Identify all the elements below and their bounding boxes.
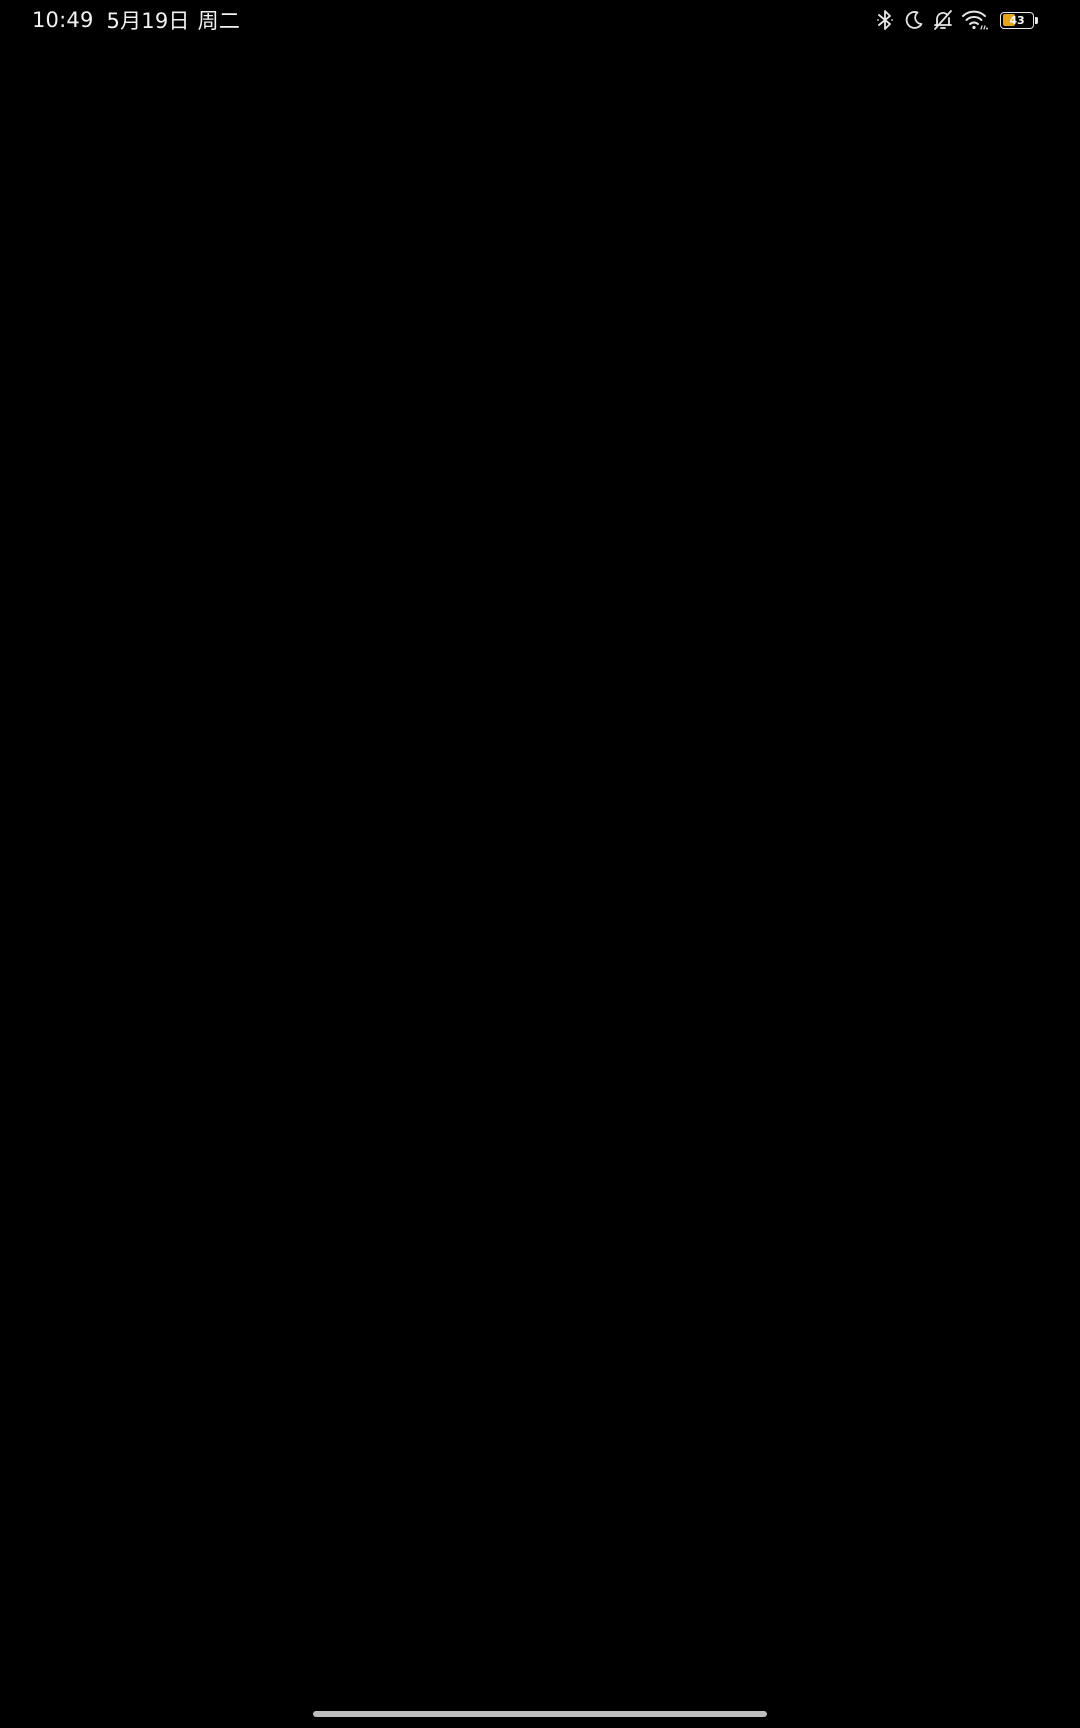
status-weekday: 周二	[197, 9, 241, 33]
battery-cap	[1035, 16, 1038, 24]
status-date: 5月19日	[106, 9, 190, 33]
battery-body: 43	[1000, 11, 1034, 29]
battery-indicator: 43	[1000, 10, 1040, 30]
battery-level-text: 43	[1009, 13, 1025, 27]
home-indicator[interactable]	[313, 1711, 767, 1717]
status-bar-right: 43	[874, 8, 1040, 32]
status-bar: 10:49 5月19日 周二 43	[0, 0, 1080, 40]
status-time: 10:49	[32, 8, 94, 32]
app-screen: 10:49 5月19日 周二 43	[0, 0, 1080, 1728]
wifi-icon	[961, 8, 989, 32]
do-not-disturb-moon-icon	[903, 8, 925, 32]
silent-bell-off-icon	[932, 8, 954, 32]
status-bar-left: 10:49 5月19日 周二	[32, 6, 240, 34]
bluetooth-icon	[874, 8, 896, 32]
